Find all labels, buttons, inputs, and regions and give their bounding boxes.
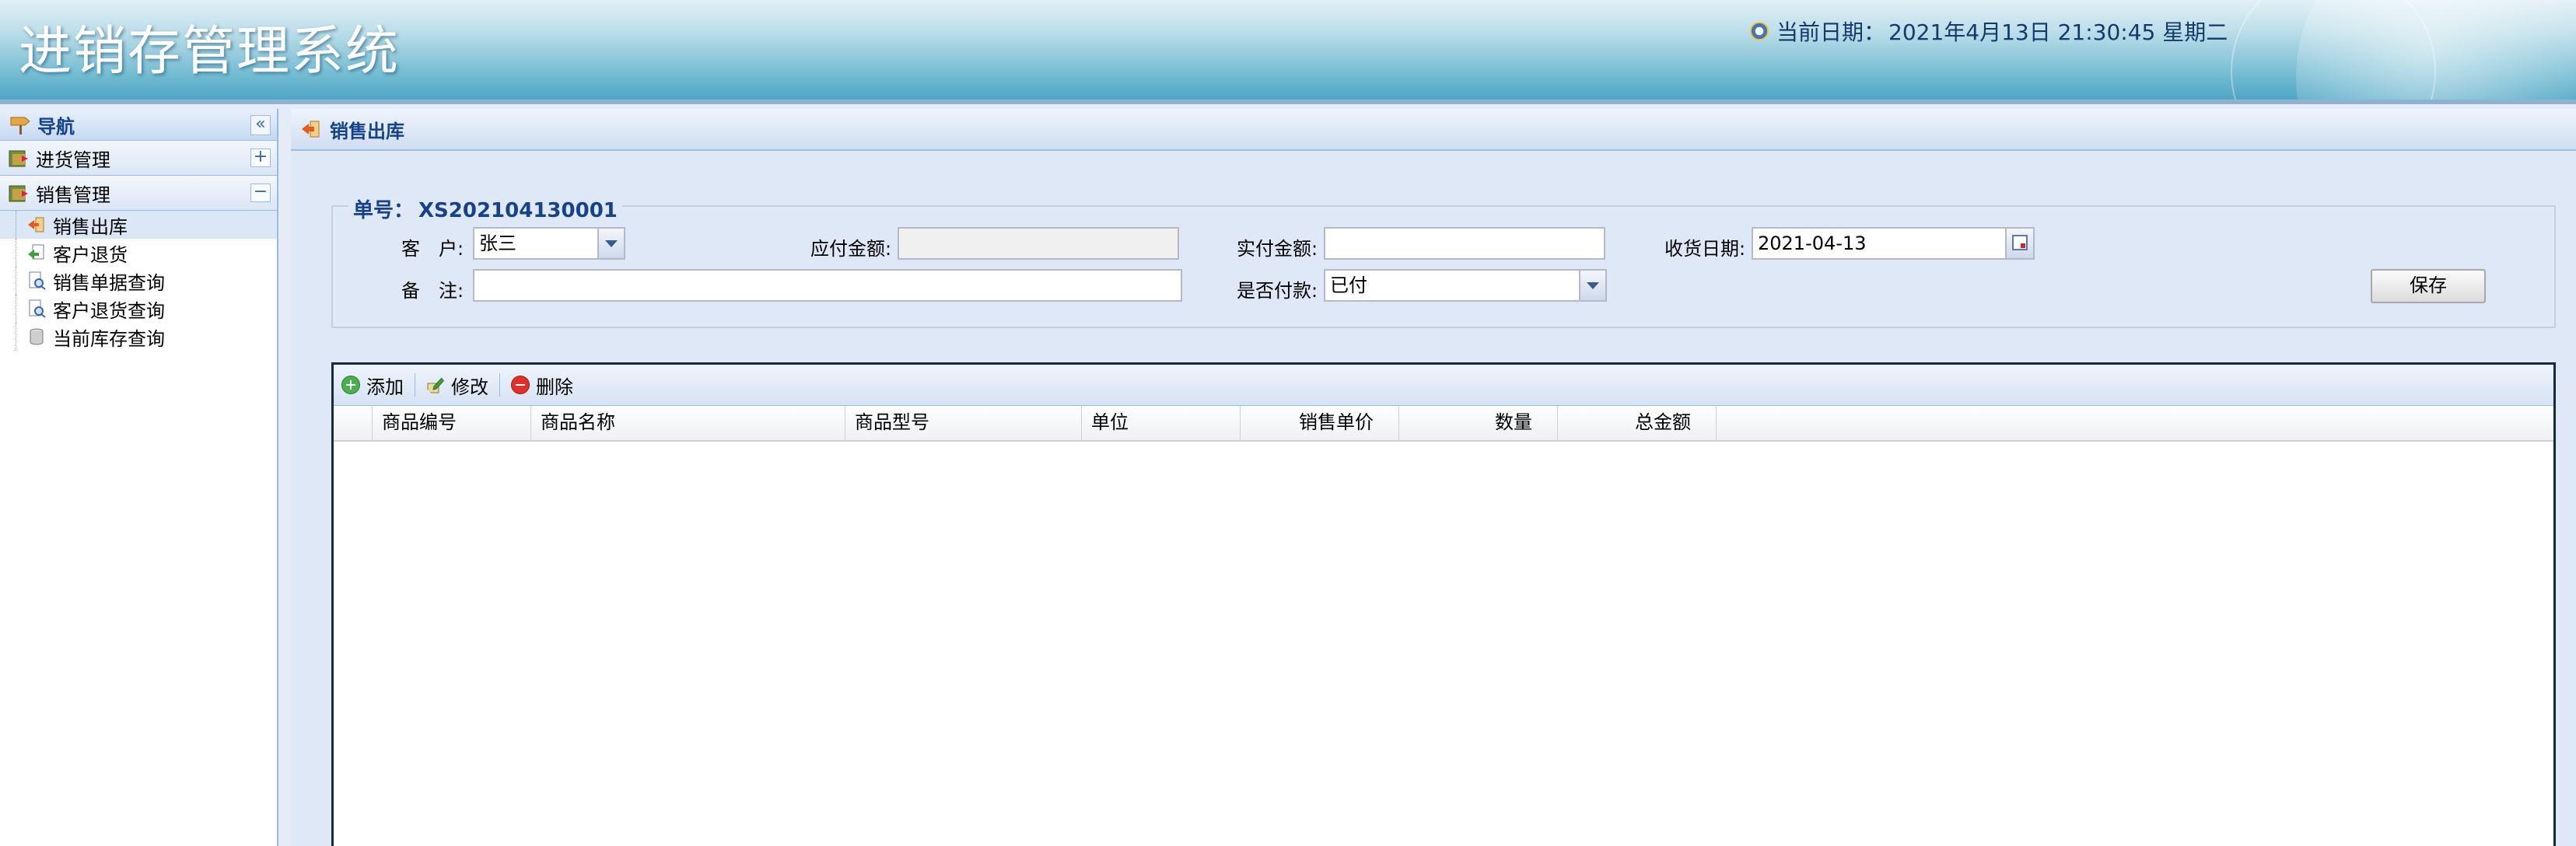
nav-group-label: 销售管理 <box>36 184 110 206</box>
sidebar-item-label: 客户退货 <box>53 243 128 266</box>
tree-connector <box>16 239 26 267</box>
expand-group-button[interactable]: + <box>250 149 271 167</box>
collapse-nav-button[interactable]: « <box>250 115 271 135</box>
search-doc-icon <box>29 299 46 318</box>
sidebar-item-label: 销售单据查询 <box>53 271 165 294</box>
remark-label: 备 注: <box>401 280 464 302</box>
payable-amount-label: 应付金额: <box>810 238 892 260</box>
save-button[interactable]: 保存 <box>2371 269 2486 303</box>
app-header: 进销存管理系统 当前日期： 2021年4月13日 21:30:45 星期二 <box>0 0 2576 104</box>
calendar-icon <box>2012 235 2028 250</box>
main-panel: 销售出库 单号： XS202104130001 客 户: 张三 应付金额: 实付金… <box>291 109 2576 846</box>
sidebar-item-customer-return-query[interactable]: 客户退货查询 <box>0 295 277 323</box>
exit-arrow-icon <box>28 217 44 232</box>
product-grid: 添加 修改 删除 商品编号 商品名称 商品型号 单位 销售单价 数量 总金额 <box>331 362 2556 846</box>
tree-connector <box>16 323 26 351</box>
database-icon <box>30 328 44 345</box>
column-header-total-amount[interactable]: 总金额 <box>1558 406 1717 440</box>
grid-header-row: 商品编号 商品名称 商品型号 单位 销售单价 数量 总金额 <box>334 406 2553 442</box>
toolbar-separator <box>499 373 500 397</box>
current-date-value: 2021年4月13日 21:30:45 星期二 <box>1888 19 2228 45</box>
return-doc-icon <box>28 244 44 260</box>
sidebar-item-customer-return[interactable]: 客户退货 <box>0 239 277 267</box>
customer-dropdown-button[interactable] <box>599 227 625 260</box>
sidebar-item-label: 销售出库 <box>53 215 128 238</box>
panel-header: 销售出库 <box>291 109 2576 151</box>
order-form: 单号： XS202104130001 客 户: 张三 应付金额: 实付金额: 收货… <box>331 194 2556 328</box>
grid-body <box>334 442 2553 846</box>
exit-arrow-icon <box>302 121 320 138</box>
sidebar-item-sales-outbound[interactable]: 销售出库 <box>0 211 277 239</box>
delete-button-label: 删除 <box>536 376 573 398</box>
receive-date-input[interactable]: 2021-04-13 <box>1752 227 2007 260</box>
sidebar-item-label: 当前库存查询 <box>53 327 165 350</box>
delete-icon <box>511 376 530 394</box>
sales-folder-icon <box>9 185 28 202</box>
paid-amount-input[interactable] <box>1324 227 1605 260</box>
header-ring-decoration <box>2231 0 2436 100</box>
nav-group-label: 进货管理 <box>36 149 110 171</box>
add-button[interactable]: 添加 <box>341 372 404 399</box>
nav-group-purchase[interactable]: 进货管理 + <box>0 141 277 176</box>
edit-button-label: 修改 <box>451 376 488 398</box>
nav-group-sales[interactable]: 销售管理 − <box>0 176 277 211</box>
filler-column-header <box>1717 406 2553 440</box>
add-button-label: 添加 <box>366 376 404 398</box>
tree-connector <box>16 211 26 239</box>
sidebar-item-stock-query[interactable]: 当前库存查询 <box>0 323 277 351</box>
tree-connector <box>16 267 26 295</box>
edit-icon <box>427 377 445 393</box>
is-paid-label: 是否付款: <box>1237 280 1318 302</box>
current-date-label: 当前日期： <box>1776 19 1886 45</box>
app-title: 进销存管理系统 <box>19 21 401 82</box>
panel-title: 销售出库 <box>330 120 404 142</box>
sales-menu-tree: 销售出库 客户退货 销售单据查询 客户退货查询 当前库存查询 <box>0 211 277 351</box>
delete-button[interactable]: 删除 <box>511 372 573 399</box>
clock-icon <box>1750 22 1769 40</box>
receive-date-label: 收货日期: <box>1664 238 1746 260</box>
purchase-folder-icon <box>9 150 28 167</box>
customer-select[interactable]: 张三 <box>473 227 599 260</box>
add-icon <box>341 376 360 394</box>
order-number-label: 单号： <box>353 199 415 222</box>
is-paid-dropdown-button[interactable] <box>1580 269 1607 302</box>
order-number-legend: 单号： XS202104130001 <box>348 194 622 223</box>
customer-label: 客 户: <box>401 238 464 260</box>
column-header-product-name[interactable]: 商品名称 <box>531 406 845 440</box>
paid-amount-label: 实付金额: <box>1237 238 1318 260</box>
nav-header: 导航 « <box>0 109 277 141</box>
nav-title: 导航 <box>37 115 75 138</box>
payable-amount-field <box>898 227 1179 260</box>
search-doc-icon <box>29 271 46 290</box>
column-header-quantity[interactable]: 数量 <box>1399 406 1558 440</box>
navigation-sidebar: 导航 « 进货管理 + 销售管理 − 销售出库 客户退货 销售单据查询 客户退货… <box>0 109 278 846</box>
edit-button[interactable]: 修改 <box>426 372 488 399</box>
order-number-value: XS202104130001 <box>418 199 618 222</box>
signpost-icon <box>10 117 30 135</box>
tree-connector <box>16 295 26 323</box>
grid-toolbar: 添加 修改 删除 <box>334 365 2553 406</box>
column-header-unit[interactable]: 单位 <box>1082 406 1241 440</box>
remark-input[interactable] <box>473 269 1182 302</box>
column-header-product-code[interactable]: 商品编号 <box>373 406 531 440</box>
collapse-group-button[interactable]: − <box>250 184 271 202</box>
current-date-display: 当前日期： 2021年4月13日 21:30:45 星期二 <box>1750 16 2228 47</box>
row-number-column-header <box>334 406 373 440</box>
sidebar-item-label: 客户退货查询 <box>53 299 165 322</box>
date-picker-button[interactable] <box>2007 227 2035 260</box>
sidebar-item-sales-doc-query[interactable]: 销售单据查询 <box>0 267 277 295</box>
column-header-product-model[interactable]: 商品型号 <box>845 406 1082 440</box>
is-paid-select[interactable]: 已付 <box>1324 269 1580 302</box>
column-header-unit-price[interactable]: 销售单价 <box>1241 406 1399 440</box>
